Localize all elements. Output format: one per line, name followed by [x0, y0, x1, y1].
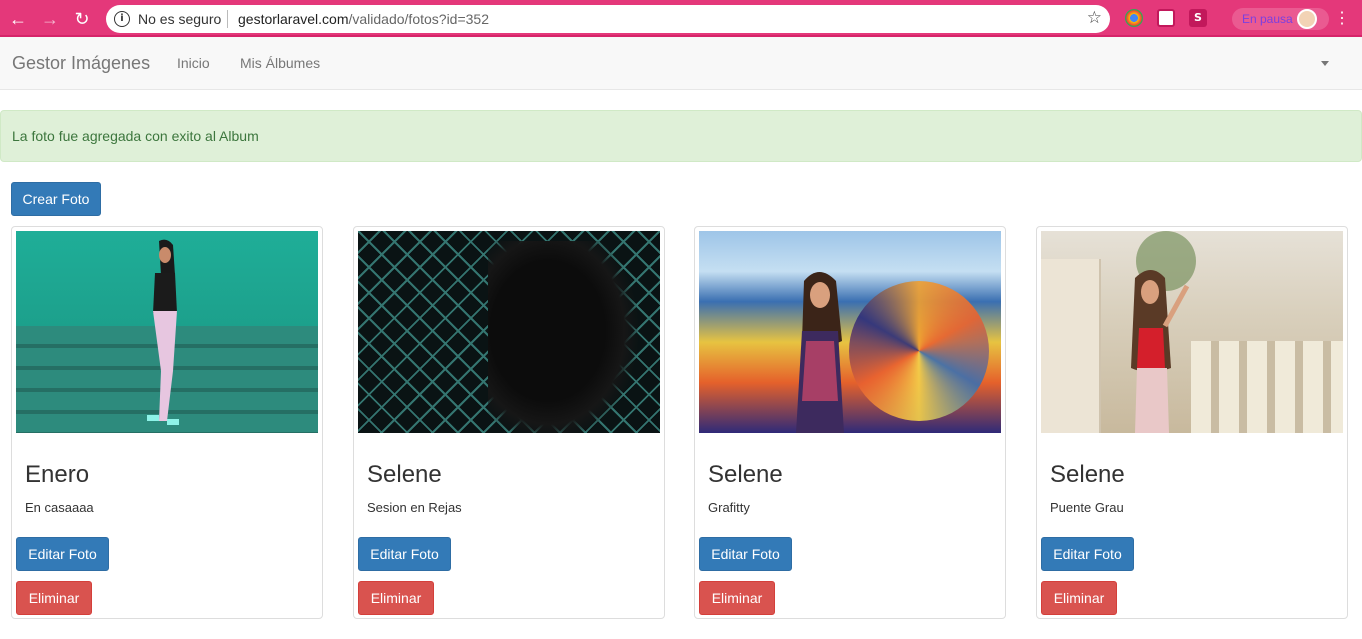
nav-link-mis-albumes[interactable]: Mis Álbumes — [240, 55, 320, 71]
reload-icon[interactable]: ↻ — [71, 8, 93, 30]
browser-toolbar: ← → ↻ i No es seguro gestorlaravel.com/v… — [0, 0, 1362, 37]
thumbnail-person — [488, 241, 638, 433]
alert-message: La foto fue agregada con exito al Album — [12, 128, 259, 144]
photo-title: Selene — [1050, 461, 1125, 488]
photo-card: Selene Puente Grau Editar Foto Eliminar — [1036, 226, 1348, 619]
photo-thumbnail — [358, 231, 660, 433]
url-host: gestorlaravel.com — [238, 11, 349, 27]
thumbnail-person — [1131, 270, 1190, 433]
edit-photo-button[interactable]: Editar Foto — [699, 537, 792, 571]
thumbnail-person — [796, 272, 844, 433]
edit-photo-button[interactable]: Editar Foto — [358, 537, 451, 571]
browser-menu-icon[interactable]: ⋮ — [1334, 8, 1350, 30]
profile-avatar[interactable] — [1297, 9, 1317, 29]
forward-icon[interactable]: → — [39, 8, 61, 30]
edit-photo-button[interactable]: Editar Foto — [1041, 537, 1134, 571]
photo-description: Sesion en Rejas — [367, 500, 462, 515]
sync-status-label: En pausa — [1242, 12, 1293, 26]
photo-thumbnail — [699, 231, 1001, 433]
photo-title: Selene — [367, 461, 442, 488]
url-text[interactable]: gestorlaravel.com/validado/fotos?id=352 — [238, 11, 489, 27]
app-navbar: Gestor Imágenes Inicio Mis Álbumes — [0, 37, 1362, 90]
photo-title: Selene — [708, 461, 783, 488]
thumbnail-person — [147, 239, 179, 425]
nav-link-inicio[interactable]: Inicio — [177, 55, 210, 71]
url-path: /validado/fotos?id=352 — [348, 11, 490, 27]
thumbnail-pillar — [1041, 259, 1101, 433]
back-icon[interactable]: ← — [7, 8, 29, 30]
create-photo-button[interactable]: Crear Foto — [11, 182, 101, 216]
extension-chrome-icon[interactable] — [1125, 9, 1143, 27]
photo-card: Enero En casaaaa Editar Foto Eliminar — [11, 226, 323, 619]
delete-photo-button[interactable]: Eliminar — [1041, 581, 1117, 615]
delete-photo-button[interactable]: Eliminar — [699, 581, 775, 615]
success-alert: La foto fue agregada con exito al Album — [0, 110, 1362, 162]
navbar-brand[interactable]: Gestor Imágenes — [12, 53, 150, 74]
info-icon[interactable]: i — [114, 11, 130, 27]
address-bar[interactable]: i No es seguro gestorlaravel.com/validad… — [106, 5, 1110, 33]
photo-thumbnail — [16, 231, 318, 433]
photo-title: Enero — [25, 461, 90, 488]
user-dropdown-caret-icon[interactable] — [1321, 61, 1329, 66]
photo-description: En casaaaa — [25, 500, 94, 515]
edit-photo-button[interactable]: Editar Foto — [16, 537, 109, 571]
extension-s-icon[interactable]: S — [1189, 9, 1207, 27]
extension-pocket-icon[interactable] — [1157, 9, 1175, 27]
photo-description: Grafitty — [708, 500, 750, 515]
bookmark-star-icon[interactable]: ☆ — [1087, 8, 1102, 28]
security-label[interactable]: No es seguro — [138, 11, 221, 27]
photo-thumbnail — [1041, 231, 1343, 433]
photo-card: Selene Grafitty Editar Foto Eliminar — [694, 226, 1006, 619]
address-separator — [227, 10, 228, 28]
delete-photo-button[interactable]: Eliminar — [358, 581, 434, 615]
thumbnail-graffiti — [849, 281, 989, 421]
photo-card: Selene Sesion en Rejas Editar Foto Elimi… — [353, 226, 665, 619]
delete-photo-button[interactable]: Eliminar — [16, 581, 92, 615]
thumbnail-railing — [1191, 341, 1343, 433]
photo-description: Puente Grau — [1050, 500, 1124, 515]
